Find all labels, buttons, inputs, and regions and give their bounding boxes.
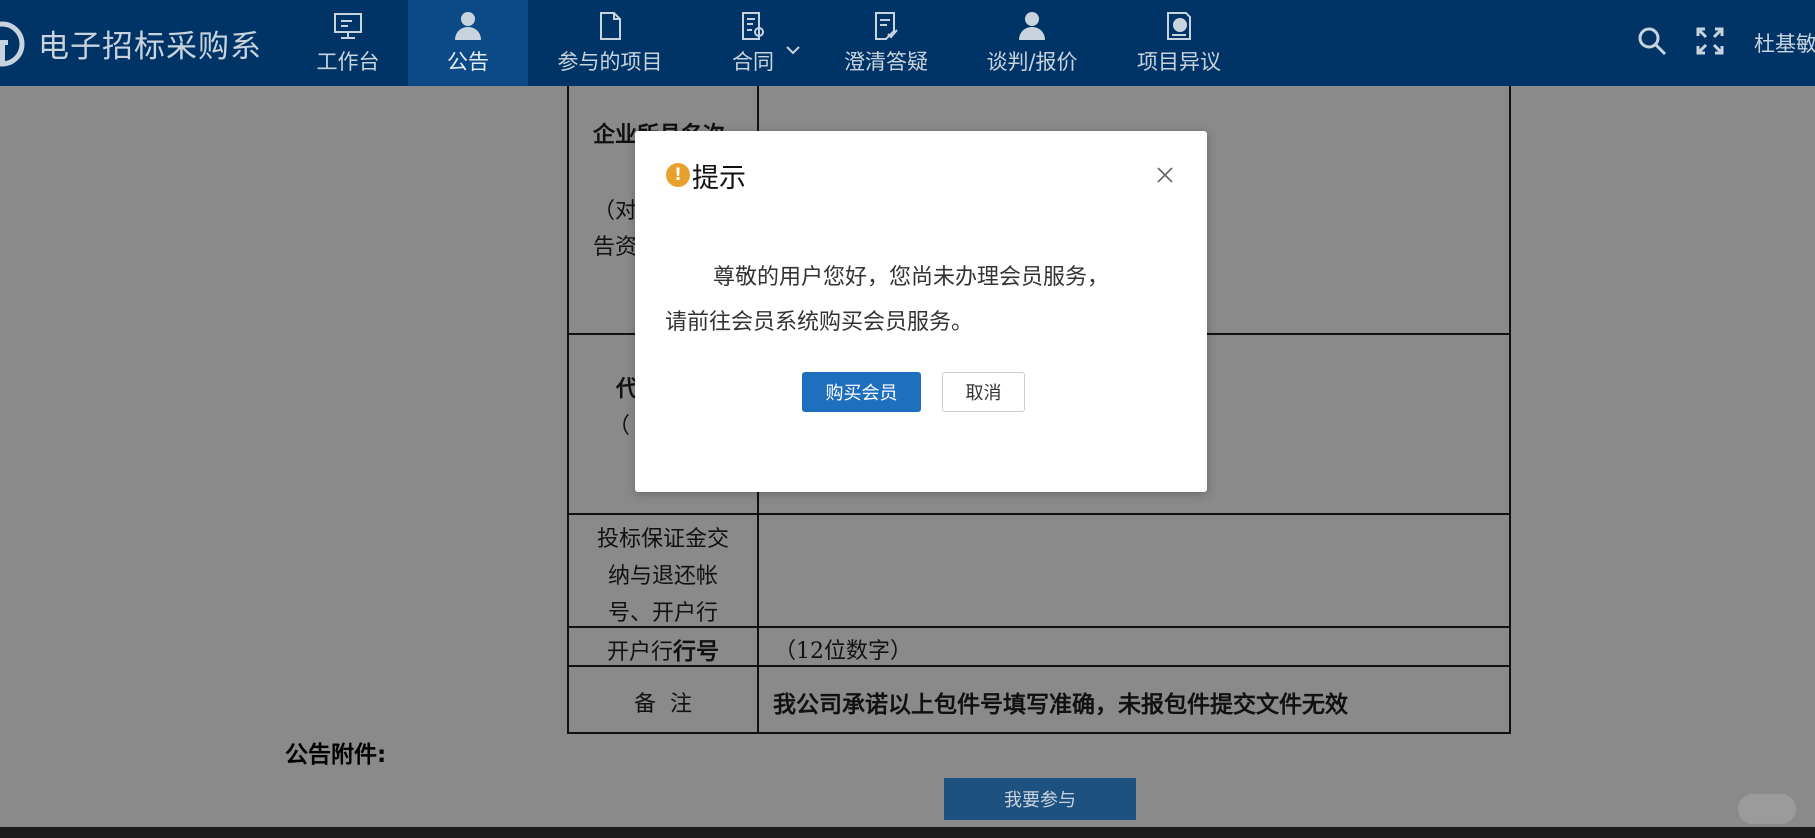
page-footer <box>0 827 1815 838</box>
dialog-title: 提示 <box>692 163 746 194</box>
fullscreen-icon <box>1696 27 1724 55</box>
dialog-message-line1: 尊敬的用户您好，您尚未办理会员服务， <box>713 265 1110 290</box>
row-label-line: 号、开户行 <box>607 601 718 626</box>
nav-label: 工作台 <box>316 50 380 74</box>
row-label-line: （对 <box>593 199 638 224</box>
cancel-button[interactable]: 取消 <box>942 372 1025 412</box>
contract-icon <box>742 12 764 40</box>
dialog-message-line2: 请前往会员系统购买会员服务。 <box>665 310 974 335</box>
nav-negotiation-quote[interactable]: 谈判/报价 <box>985 0 1079 86</box>
row-value: 我公司承诺以上包件号填写准确，未报包件提交文件无效 <box>761 667 1509 732</box>
row-label: 投标保证金交 纳与退还帐 号、开户行 <box>569 515 759 626</box>
row-label-part: 开户行 <box>606 640 673 665</box>
row-label-line: 纳与退还帐 <box>607 564 718 589</box>
top-navbar: 电子招标采购系 工作台 公告 参与的项目 合同 澄清答疑 谈判/报价 项目异议 … <box>0 0 1815 86</box>
nav-label: 公告 <box>447 50 489 74</box>
user-icon <box>455 12 481 40</box>
person-icon <box>1019 12 1045 40</box>
nav-workbench[interactable]: 工作台 <box>300 0 396 86</box>
close-icon[interactable] <box>1155 165 1175 185</box>
row-label-line: 投标保证金交 <box>596 527 729 552</box>
table-row: 开户行行号 （12位数字） <box>569 628 1509 667</box>
attachments-label: 公告附件: <box>285 742 387 768</box>
nav-clarification[interactable]: 澄清答疑 <box>840 0 932 86</box>
document-icon <box>600 12 621 40</box>
nav-project-objection[interactable]: 项目异议 <box>1136 0 1222 86</box>
membership-prompt-dialog: ! 提示 尊敬的用户您好，您尚未办理会员服务， 请前往会员系统购买会员服务。 购… <box>635 131 1207 492</box>
row-value <box>761 515 1509 626</box>
row-label: 开户行行号 <box>569 628 759 665</box>
nav-label: 合同 <box>732 50 774 74</box>
user-name: 杜基敏 <box>1754 32 1815 56</box>
nav-label: 参与的项目 <box>557 50 663 74</box>
buy-membership-button[interactable]: 购买会员 <box>802 372 921 412</box>
brand[interactable]: 电子招标采购系 <box>0 0 262 86</box>
row-label-line: 告资 <box>593 235 638 260</box>
monitor-icon <box>334 13 362 39</box>
row-label-line: 备 注 <box>634 692 692 717</box>
join-button[interactable]: 我要参与 <box>944 778 1136 820</box>
search-icon <box>1638 27 1667 56</box>
row-label-line: （ <box>608 414 631 439</box>
watermark: 小红书 <box>1738 794 1796 824</box>
railway-logo-icon <box>0 21 25 67</box>
table-row: 投标保证金交 纳与退还帐 号、开户行 <box>569 515 1509 628</box>
warning-icon: ! <box>666 163 690 187</box>
row-label-part-bold: 行号 <box>673 639 719 665</box>
user-menu[interactable]: 杜基敏 <box>1754 0 1815 86</box>
nav-contract[interactable]: 合同 <box>725 0 800 86</box>
remark-text: 我公司承诺以上包件号填写准确，未报包件提交文件无效 <box>773 692 1348 718</box>
fullscreen-button[interactable] <box>1694 0 1726 86</box>
search-button[interactable] <box>1636 0 1668 86</box>
qa-document-icon <box>875 12 898 40</box>
fullscreen-icon-wrap <box>1694 25 1726 61</box>
app-title: 电子招标采购系 <box>38 28 262 65</box>
row-value: （12位数字） <box>761 628 1509 665</box>
nav-label: 项目异议 <box>1137 50 1221 74</box>
objection-icon <box>1167 12 1191 40</box>
nav-announcement[interactable]: 公告 <box>408 0 528 86</box>
row-label: 备 注 <box>569 667 759 732</box>
nav-label: 澄清答疑 <box>844 50 928 74</box>
chevron-down-icon <box>786 46 800 55</box>
bank-code-hint: （12位数字） <box>774 639 912 664</box>
table-row: 备 注 我公司承诺以上包件号填写准确，未报包件提交文件无效 <box>569 667 1509 734</box>
search-icon-wrap <box>1636 25 1668 61</box>
nav-label: 谈判/报价 <box>986 50 1078 74</box>
nav-participated-projects[interactable]: 参与的项目 <box>555 0 665 86</box>
